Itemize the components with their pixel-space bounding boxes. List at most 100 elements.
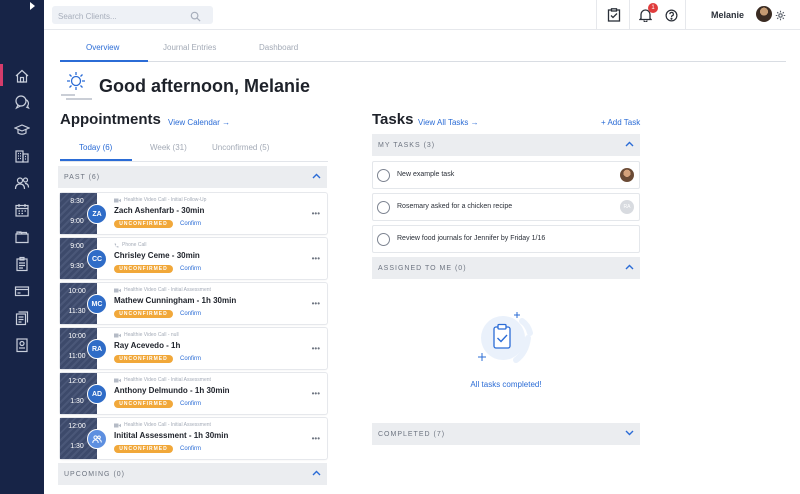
- appointment-card[interactable]: 8:30 9:00 ZA Healthie Video Call - Initi…: [60, 193, 327, 234]
- client-avatar: CC: [87, 249, 107, 269]
- task-checkbox[interactable]: [377, 233, 390, 246]
- tab-dashboard[interactable]: Dashboard: [259, 43, 298, 52]
- tab-week[interactable]: Week (31): [150, 143, 187, 152]
- top-divider: [685, 0, 686, 30]
- page-tabs: Overview Journal Entries Dashboard: [60, 40, 786, 62]
- sidebar: [0, 0, 44, 494]
- credit-card-icon[interactable]: [12, 281, 32, 301]
- appointment-card[interactable]: 12:00 1:30 AD Healthie Video Call - Init…: [60, 373, 327, 414]
- confirm-link[interactable]: Confirm: [180, 221, 201, 227]
- appointment-type-label: Healthie Video Call - Initial Assessment: [124, 422, 211, 428]
- end-time: 11:00: [68, 353, 86, 360]
- tab-journal-entries[interactable]: Journal Entries: [163, 43, 216, 52]
- video-icon: [114, 198, 121, 202]
- notification-badge: 1: [648, 3, 658, 13]
- notifications-bell-icon[interactable]: 1: [636, 3, 658, 24]
- graduation-cap-icon[interactable]: [12, 120, 32, 140]
- appointment-type-label: Healthie Video Call - Initial Assessment: [124, 377, 211, 383]
- chat-icon[interactable]: [12, 92, 32, 112]
- task-checkbox[interactable]: [377, 201, 390, 214]
- more-options-icon[interactable]: •••: [312, 344, 320, 353]
- users-icon[interactable]: [12, 173, 32, 193]
- appointment-type: Healthie Video Call - Initial Assessment: [114, 287, 211, 293]
- tab-today[interactable]: Today (6): [79, 143, 112, 152]
- chevron-up-icon[interactable]: [312, 173, 321, 181]
- video-icon: [114, 288, 121, 292]
- sidebar-active-indicator: [0, 64, 3, 86]
- settings-gear-icon[interactable]: [773, 6, 787, 24]
- task-checkbox[interactable]: [377, 169, 390, 182]
- appointment-name: Chrisley Ceme - 30min: [114, 251, 200, 260]
- chevron-down-icon[interactable]: [625, 430, 634, 438]
- appointment-tabs: Today (6) Week (31) Unconfirmed (5): [60, 140, 328, 162]
- status-badge: UNCONFIRMED: [114, 445, 173, 453]
- my-tasks-header[interactable]: MY TASKS (3): [372, 134, 640, 156]
- upcoming-header-label: UPCOMING (0): [64, 470, 125, 478]
- task-item[interactable]: Review food journals for Jennifer by Fri…: [372, 225, 640, 253]
- tasks-check-icon[interactable]: [605, 6, 623, 24]
- confirm-link[interactable]: Confirm: [180, 401, 201, 407]
- group-avatar: [87, 429, 107, 449]
- user-avatar[interactable]: [756, 6, 772, 22]
- appointment-type-label: Healthie Video Call - null: [124, 332, 179, 338]
- video-icon: [114, 423, 121, 427]
- status-badge: UNCONFIRMED: [114, 265, 173, 273]
- user-name[interactable]: Melanie: [711, 10, 744, 20]
- appointment-type: Healthie Video Call - null: [114, 332, 179, 338]
- status-badge: UNCONFIRMED: [114, 400, 173, 408]
- chevron-up-icon[interactable]: [312, 470, 321, 478]
- calendar-icon[interactable]: [12, 200, 32, 220]
- top-divider: [629, 0, 630, 30]
- assigned-to-me-header[interactable]: ASSIGNED TO ME (0): [372, 257, 640, 279]
- greeting-title: Good afternoon, Melanie: [99, 76, 311, 96]
- top-divider: [596, 0, 597, 30]
- past-appointments-header[interactable]: PAST (6): [58, 166, 327, 188]
- confirm-link[interactable]: Confirm: [180, 356, 201, 362]
- client-avatar: RA: [87, 339, 107, 359]
- task-item[interactable]: Rosemary asked for a chicken recipe RA: [372, 193, 640, 221]
- add-task-button[interactable]: + Add Task: [601, 118, 640, 127]
- appointment-card[interactable]: 9:00 9:30 CC Phone Call Chrisley Ceme - …: [60, 238, 327, 279]
- document-icon[interactable]: [12, 308, 32, 328]
- completed-tasks-header[interactable]: COMPLETED (7): [372, 423, 640, 445]
- view-calendar-link[interactable]: View Calendar →: [168, 118, 230, 127]
- tab-unconfirmed[interactable]: Unconfirmed (5): [212, 143, 269, 152]
- confirm-link[interactable]: Confirm: [180, 311, 201, 317]
- appointment-card[interactable]: 10:00 11:30 MC Healthie Video Call - Ini…: [60, 283, 327, 324]
- end-time: 11:30: [68, 308, 86, 315]
- clipboard-icon[interactable]: [12, 254, 32, 274]
- folder-icon[interactable]: [12, 227, 32, 247]
- appointment-card[interactable]: 12:00 1:30 Healthie Video Call - Initial…: [60, 418, 327, 459]
- building-icon[interactable]: [12, 146, 32, 166]
- upcoming-appointments-header[interactable]: UPCOMING (0): [58, 463, 327, 485]
- more-options-icon[interactable]: •••: [312, 299, 320, 308]
- tab-overview[interactable]: Overview: [86, 43, 119, 52]
- chevron-up-icon[interactable]: [625, 264, 634, 272]
- help-icon[interactable]: [662, 6, 680, 24]
- empty-tasks-message: All tasks completed!: [470, 380, 542, 389]
- chevron-up-icon[interactable]: [625, 141, 634, 149]
- client-avatar: ZA: [87, 204, 107, 224]
- more-options-icon[interactable]: •••: [312, 434, 320, 443]
- start-time: 10:00: [68, 288, 86, 295]
- sidebar-toggle-icon[interactable]: [30, 2, 35, 10]
- active-subtab-indicator: [60, 159, 132, 161]
- search-input[interactable]: [52, 7, 182, 26]
- appointment-card[interactable]: 10:00 11:00 RA Healthie Video Call - nul…: [60, 328, 327, 369]
- confirm-link[interactable]: Confirm: [180, 266, 201, 272]
- video-icon: [114, 378, 121, 382]
- more-options-icon[interactable]: •••: [312, 389, 320, 398]
- task-item[interactable]: New example task: [372, 161, 640, 189]
- appointment-name: Anthony Delmundo - 1h 30min: [114, 386, 230, 395]
- start-time: 12:00: [68, 378, 86, 385]
- search-icon[interactable]: [190, 9, 201, 27]
- home-icon[interactable]: [12, 66, 32, 86]
- status-badge: UNCONFIRMED: [114, 355, 173, 363]
- more-options-icon[interactable]: •••: [312, 209, 320, 218]
- group-icon: [92, 434, 102, 443]
- report-icon[interactable]: [12, 335, 32, 355]
- view-all-tasks-link[interactable]: View All Tasks →: [418, 118, 479, 127]
- more-options-icon[interactable]: •••: [312, 254, 320, 263]
- confirm-link[interactable]: Confirm: [180, 446, 201, 452]
- top-bar: 1 Melanie: [44, 0, 800, 30]
